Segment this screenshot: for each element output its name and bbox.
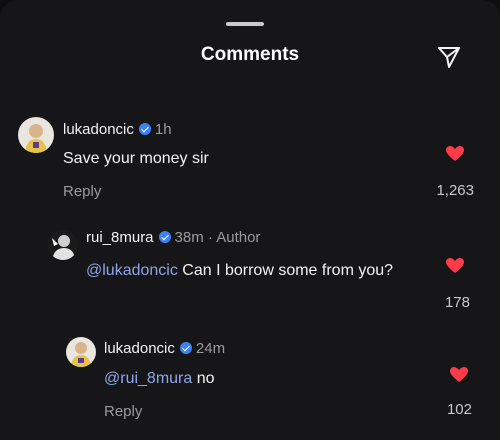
comment-time: 1h [154, 121, 172, 138]
verified-badge-icon [179, 342, 192, 354]
heart-icon[interactable] [450, 367, 468, 383]
heart-icon[interactable] [446, 146, 464, 162]
comment-time: 24m [195, 340, 226, 357]
heart-icon[interactable] [446, 258, 464, 274]
verified-badge-icon [138, 123, 151, 135]
player-avatar-image [25, 124, 47, 153]
reply-button[interactable]: Reply [63, 183, 101, 200]
comment-time: 38m [174, 229, 204, 246]
comment-username[interactable]: rui_8mura [86, 229, 154, 246]
author-tag: · Author [203, 229, 261, 246]
comment-text-body: no [192, 370, 215, 387]
comment-text: @rui_8mura no [104, 368, 215, 390]
avatar[interactable] [18, 117, 54, 153]
comment-text: Save your money sir [63, 150, 209, 167]
comment-text: @lukadoncic Can I borrow some from you? [86, 260, 406, 282]
verified-badge-icon [158, 231, 171, 243]
like-count: 102 [446, 401, 472, 418]
page-title: Comments [200, 44, 300, 65]
comment-username[interactable]: lukadoncic [104, 340, 175, 357]
like-count: 178 [444, 294, 470, 311]
mention-link[interactable]: @rui_8mura [104, 370, 192, 387]
player-avatar-image [52, 235, 75, 260]
mention-link[interactable]: @lukadoncic [86, 262, 178, 279]
like-count: 1,263 [436, 182, 474, 199]
avatar[interactable] [48, 230, 78, 260]
reply-button[interactable]: Reply [104, 403, 142, 420]
drag-handle[interactable] [226, 22, 264, 26]
comments-sheet: Comments lukadoncic 1h Save your money si… [0, 0, 500, 440]
comment-username[interactable]: lukadoncic [63, 121, 134, 138]
player-avatar-image [71, 342, 91, 367]
paper-plane-icon[interactable] [436, 44, 462, 70]
avatar[interactable] [66, 337, 96, 367]
comment-text-body: Can I borrow some from you? [177, 262, 394, 279]
